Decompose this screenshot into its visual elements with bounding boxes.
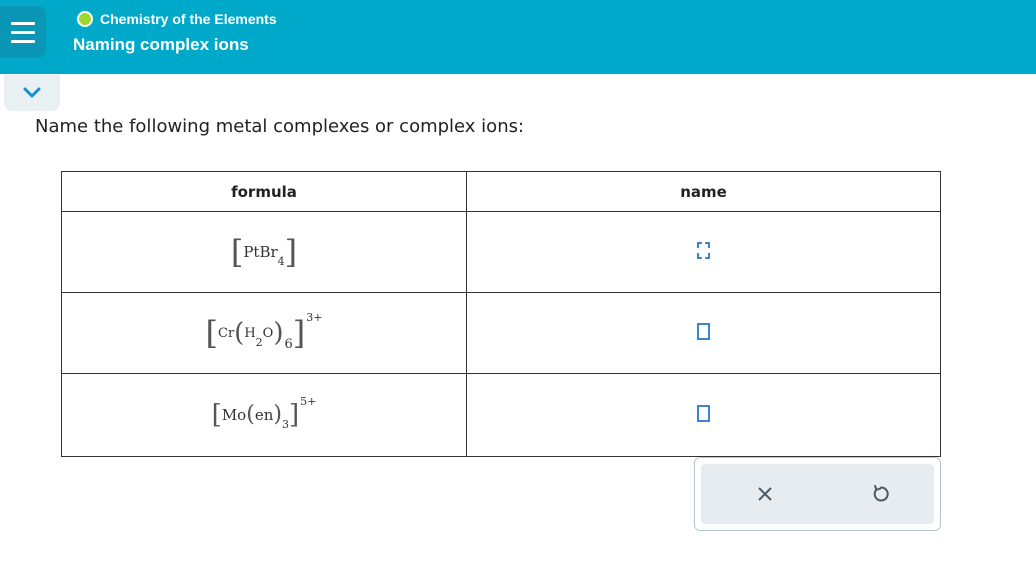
answer-tools-bar	[701, 464, 934, 524]
undo-button[interactable]	[869, 482, 893, 506]
course-row: Chemistry of the Elements	[77, 11, 277, 27]
top-bar: Chemistry of the Elements Naming complex…	[0, 0, 1036, 74]
name-cell	[466, 292, 941, 374]
table-row: [ Mo ( en ) 3 ] 5+	[61, 373, 941, 457]
formula-cell: [ Mo ( en ) 3 ] 5+	[61, 373, 467, 457]
formula-mo-en3: [ Mo ( en ) 3 ] 5+	[211, 395, 317, 431]
name-answer-input[interactable]	[697, 404, 710, 422]
bracket-close: ]	[284, 233, 298, 271]
formula-ligand-rest: O	[262, 325, 274, 341]
formula-subscript: 4	[277, 254, 285, 268]
menu-line	[11, 39, 35, 43]
collapse-toggle-button[interactable]	[4, 75, 60, 111]
formula-ligand: en	[254, 406, 274, 424]
bracket-close: ]	[292, 314, 306, 352]
name-cell	[466, 373, 941, 457]
formula-charge: 5+	[300, 394, 317, 408]
formula-metal: PtBr	[243, 243, 278, 261]
bracket-open: [	[205, 314, 218, 352]
formula-charge: 3+	[306, 310, 323, 324]
name-cell	[466, 211, 941, 293]
table-row: [ Cr ( H 2 O ) 6 ] 3+	[61, 292, 941, 374]
paren-close: )	[273, 318, 284, 348]
bracket-open: [	[211, 400, 222, 430]
paren-open: (	[234, 318, 245, 348]
bracket-close: ]	[288, 400, 300, 430]
bracket-open: [	[230, 233, 244, 271]
menu-button[interactable]	[0, 6, 46, 58]
formula-ligand: H	[244, 325, 256, 341]
formula-ligand-count: 6	[284, 336, 293, 352]
paren-close: )	[273, 402, 282, 427]
question-prompt: Name the following metal complexes or co…	[35, 116, 525, 137]
menu-line	[11, 21, 35, 25]
answer-tools-panel	[694, 457, 941, 531]
formula-metal: Mo	[221, 406, 247, 424]
formula-ligand-count: 3	[281, 417, 289, 431]
table-header-row: formula name	[61, 171, 941, 212]
paren-open: (	[246, 402, 255, 427]
formula-cr-h2o6: [ Cr ( H 2 O ) 6 ] 3+	[205, 311, 323, 352]
name-answer-input[interactable]	[697, 322, 710, 340]
undo-icon	[873, 485, 889, 502]
formula-metal: Cr	[218, 325, 235, 341]
clear-button[interactable]	[753, 482, 777, 506]
answer-table: formula name [ PtBr 4 ] [ Cr ( H 2 O ) 6…	[61, 171, 941, 457]
formula-column-header: formula	[61, 171, 467, 212]
formula-cell: [ Cr ( H 2 O ) 6 ] 3+	[61, 292, 467, 374]
formula-cell: [ PtBr 4 ]	[61, 211, 467, 293]
menu-line	[11, 30, 35, 34]
formula-ligand-subscript: 2	[255, 335, 263, 349]
course-title: Chemistry of the Elements	[100, 11, 277, 27]
status-dot-icon	[77, 11, 93, 27]
table-row: [ PtBr 4 ]	[61, 211, 941, 293]
name-answer-input[interactable]	[697, 241, 710, 259]
page-title: Naming complex ions	[73, 35, 249, 54]
formula-ptbr4: [ PtBr 4 ]	[231, 236, 297, 268]
chevron-down-icon	[23, 87, 41, 98]
x-icon	[758, 487, 772, 501]
name-column-header: name	[466, 171, 941, 212]
